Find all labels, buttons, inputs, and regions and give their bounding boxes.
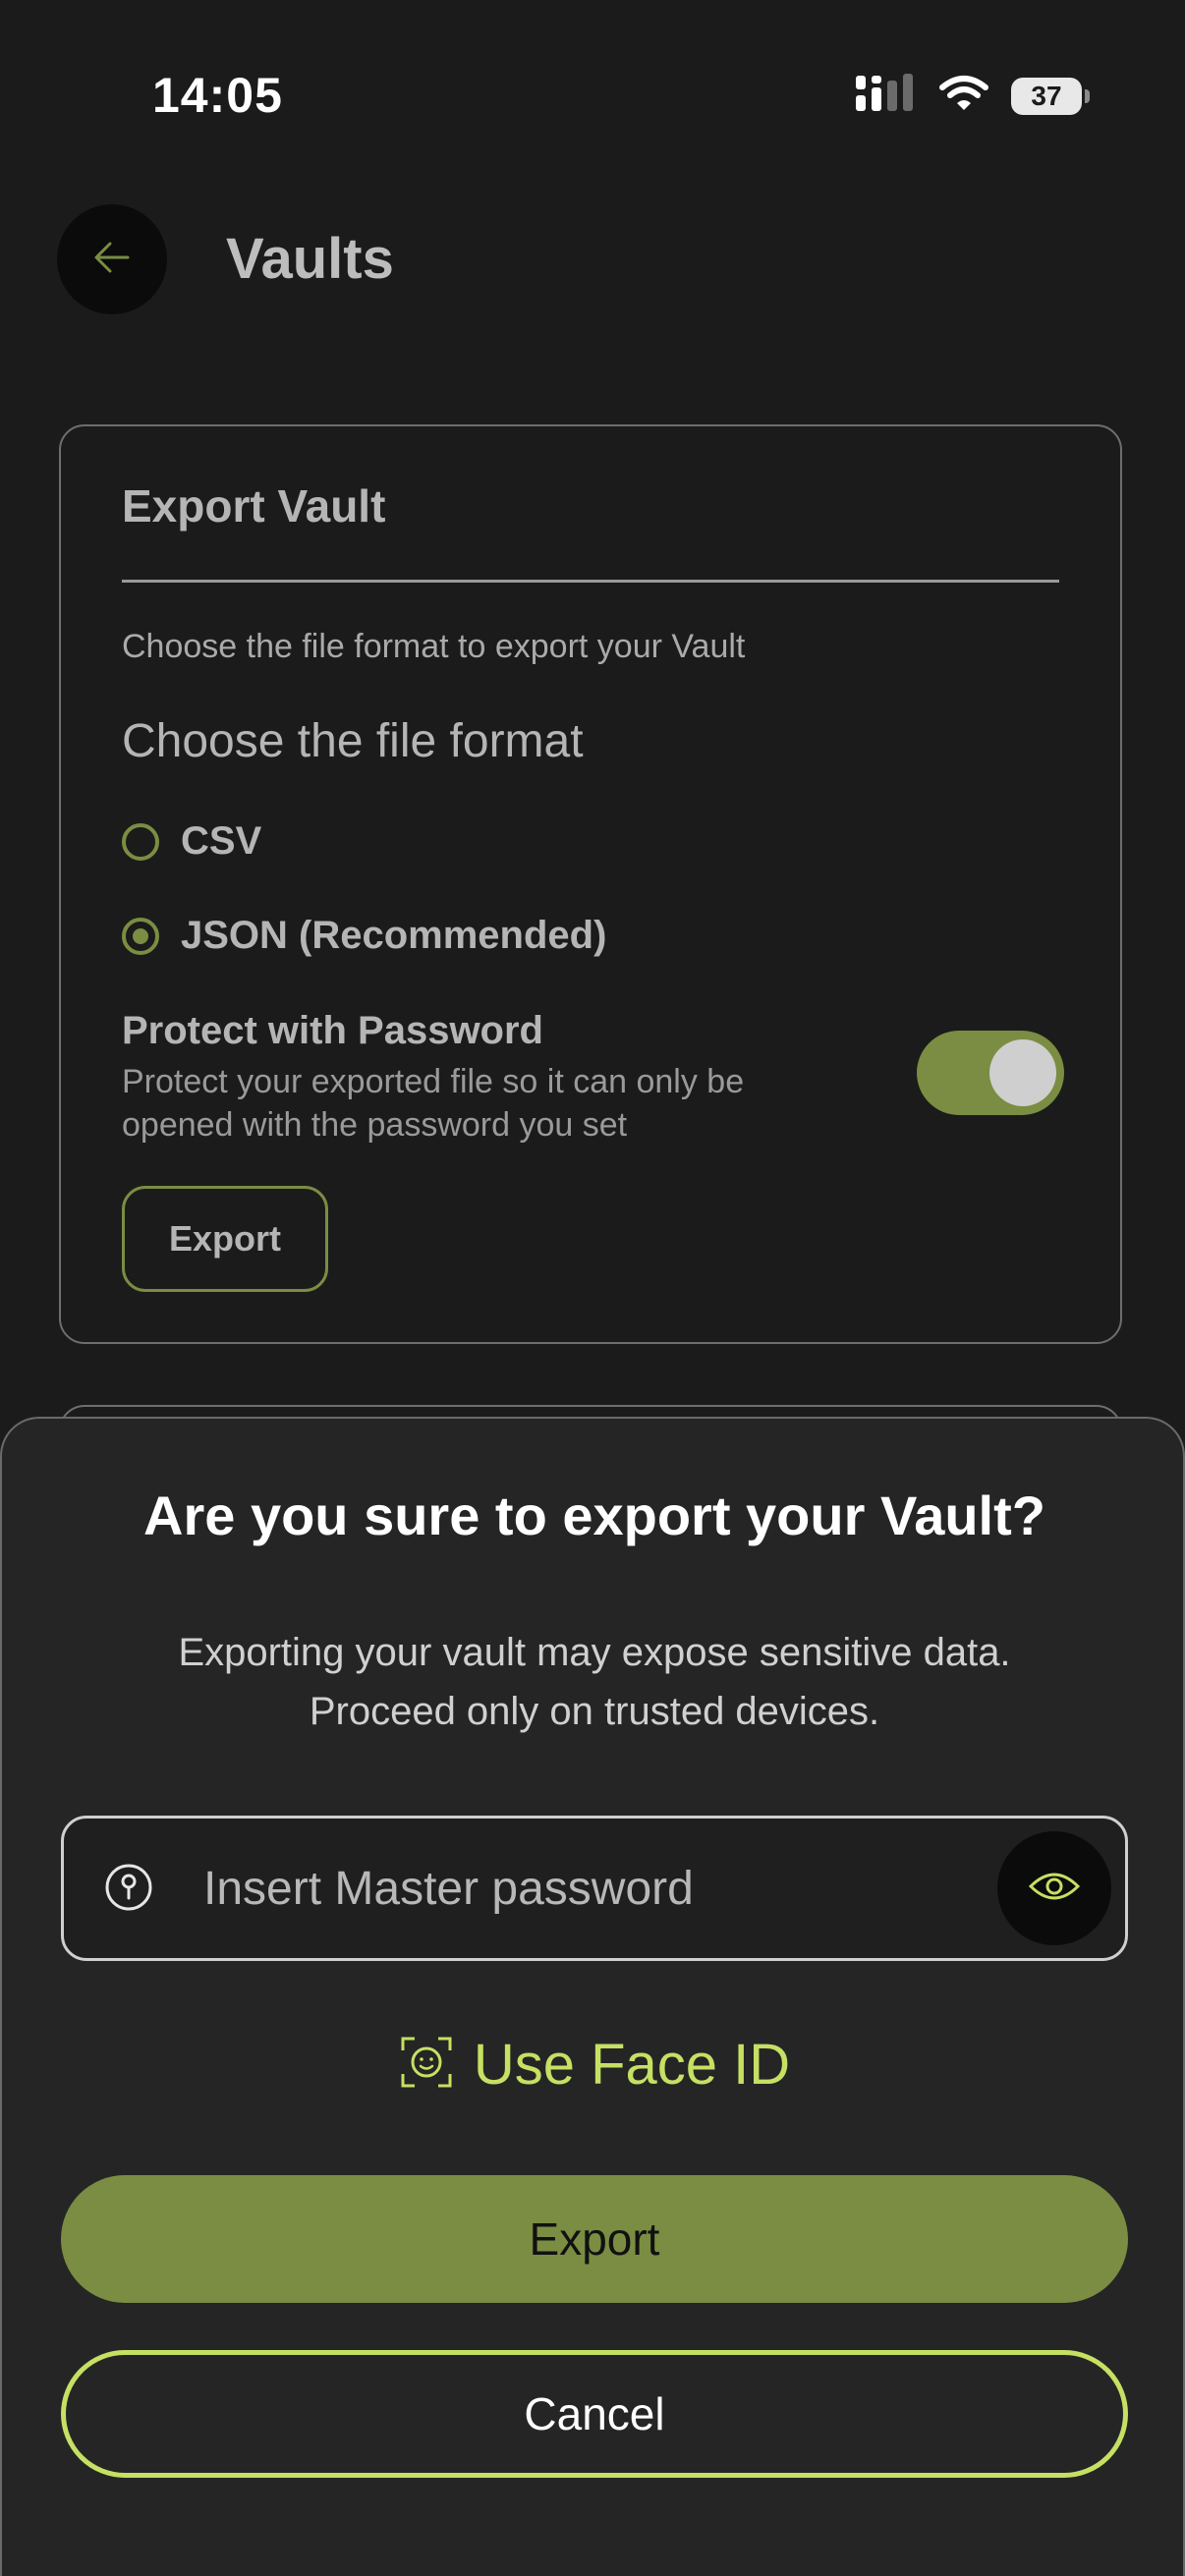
- radio-button[interactable]: [122, 917, 159, 955]
- card-export-button[interactable]: Export: [122, 1186, 328, 1292]
- protect-toggle[interactable]: [917, 1031, 1064, 1115]
- divider: [122, 580, 1059, 583]
- status-icons: 37: [854, 74, 1090, 118]
- master-password-field[interactable]: [61, 1816, 1128, 1961]
- cellular-signal-icon: [854, 74, 917, 118]
- face-id-label: Use Face ID: [473, 2033, 791, 2097]
- sheet-title: Are you sure to export your Vault?: [143, 1484, 1045, 1546]
- radio-label: CSV: [181, 819, 262, 863]
- face-id-icon: [399, 2035, 454, 2095]
- status-time: 14:05: [152, 68, 283, 123]
- arrow-left-icon: [90, 236, 134, 284]
- card-description: Choose the file format to export your Va…: [122, 628, 746, 665]
- export-button[interactable]: Export: [61, 2175, 1128, 2303]
- master-password-input[interactable]: [201, 1848, 1011, 1929]
- card-title: Export Vault: [122, 480, 386, 532]
- page-title: Vaults: [226, 227, 394, 291]
- protect-description: Protect your exported file so it can onl…: [122, 1063, 745, 1144]
- status-bar: 14:05 37: [0, 0, 1185, 187]
- back-button[interactable]: [57, 204, 167, 314]
- wifi-icon: [938, 74, 989, 118]
- show-password-button[interactable]: [997, 1831, 1111, 1945]
- radio-button[interactable]: [122, 822, 159, 861]
- export-vault-card: Export Vault Choose the file format to e…: [59, 424, 1122, 1344]
- sheet-description: Exporting your vault may expose sensitiv…: [178, 1631, 1011, 1733]
- key-icon: [103, 1862, 154, 1918]
- radio-option-json[interactable]: JSON (Recommended): [122, 914, 606, 958]
- eye-icon: [1028, 1869, 1081, 1909]
- toggle-knob: [989, 1039, 1056, 1106]
- format-label: Choose the file format: [122, 715, 584, 767]
- export-confirm-sheet: Are you sure to export your Vault? Expor…: [0, 1417, 1185, 2576]
- battery-indicator: 37: [1011, 77, 1090, 115]
- cancel-button[interactable]: Cancel: [61, 2350, 1128, 2478]
- radio-option-csv[interactable]: CSV: [122, 819, 261, 864]
- face-id-button[interactable]: Use Face ID: [2, 2032, 1185, 2098]
- protect-title: Protect with Password: [122, 1009, 543, 1052]
- radio-label: JSON (Recommended): [181, 914, 607, 957]
